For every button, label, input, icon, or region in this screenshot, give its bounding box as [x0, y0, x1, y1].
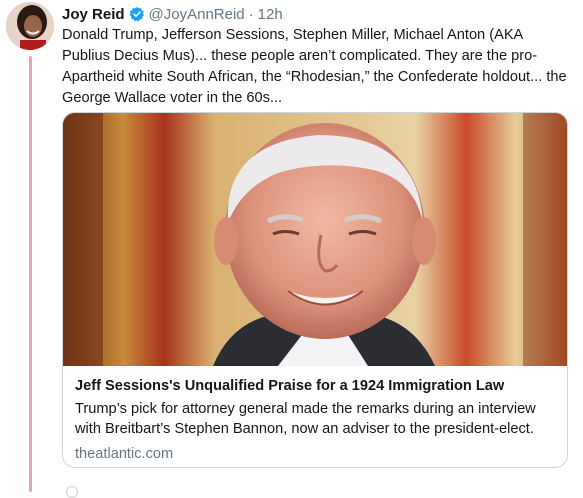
thread-connector-line — [29, 56, 32, 492]
reply-icon[interactable] — [66, 486, 78, 498]
card-image — [63, 113, 567, 366]
link-preview-card[interactable]: Jeff Sessions's Unqualified Praise for a… — [62, 112, 568, 468]
card-title[interactable]: Jeff Sessions's Unqualified Praise for a… — [75, 376, 555, 396]
avatar[interactable] — [6, 2, 54, 50]
tweet-timestamp[interactable]: 12h — [258, 6, 283, 23]
user-handle[interactable]: @JoyAnnReid — [149, 6, 245, 23]
card-description: Trump’s pick for attorney general made t… — [75, 401, 536, 437]
verified-badge-icon — [129, 6, 145, 22]
tweet-header: Joy Reid @JoyAnnReid · 12h — [62, 4, 283, 24]
header-separator: · — [248, 5, 254, 23]
display-name[interactable]: Joy Reid — [62, 6, 125, 23]
tweet-text: Donald Trump, Jefferson Sessions, Stephe… — [62, 27, 567, 106]
card-domain[interactable]: theatlantic.com — [75, 444, 555, 464]
